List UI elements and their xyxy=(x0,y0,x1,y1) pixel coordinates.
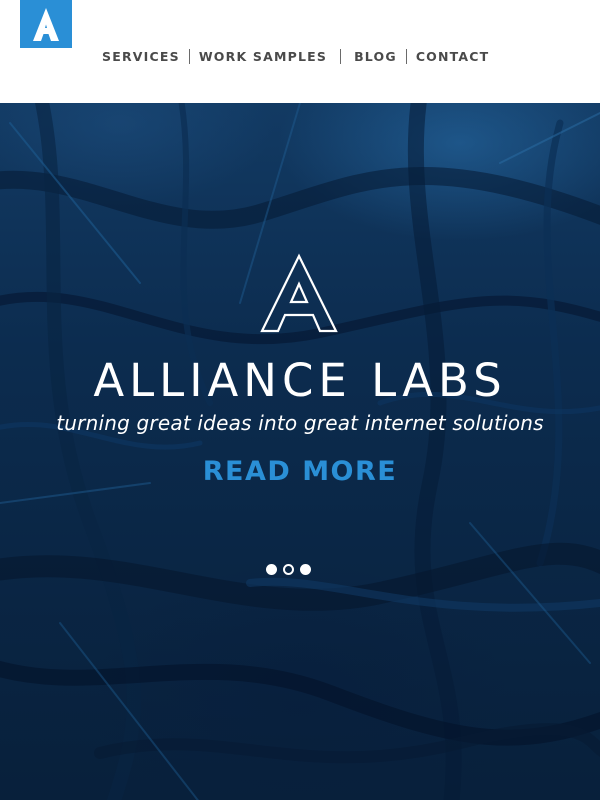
nav-services[interactable]: SERVICES xyxy=(102,49,180,64)
hero-banner: ALLIANCE LABS turning great ideas into g… xyxy=(0,103,600,800)
hero-logo-icon xyxy=(260,253,338,333)
carousel-indicators xyxy=(266,564,311,575)
site-header: SERVICES WORK SAMPLES BLOG CONTACT xyxy=(0,0,600,103)
logo-button[interactable] xyxy=(20,0,72,48)
logo-a-icon xyxy=(33,8,59,41)
nav-divider xyxy=(340,48,342,64)
carousel-dot-1[interactable] xyxy=(266,564,277,575)
hero-tagline: turning great ideas into great internet … xyxy=(56,411,544,435)
nav-contact[interactable]: CONTACT xyxy=(416,49,490,64)
nav-divider xyxy=(188,48,190,64)
read-more-button[interactable]: READ MORE xyxy=(0,455,600,489)
hero-title: ALLIANCE LABS xyxy=(93,354,507,407)
nav-blog[interactable]: BLOG xyxy=(354,49,397,64)
carousel-dot-2[interactable] xyxy=(283,564,294,575)
carousel-dot-3[interactable] xyxy=(300,564,311,575)
main-nav: SERVICES WORK SAMPLES BLOG CONTACT xyxy=(102,46,489,66)
hero-background-image xyxy=(0,103,600,800)
nav-divider xyxy=(405,48,407,64)
nav-work-samples[interactable]: WORK SAMPLES xyxy=(199,49,327,64)
